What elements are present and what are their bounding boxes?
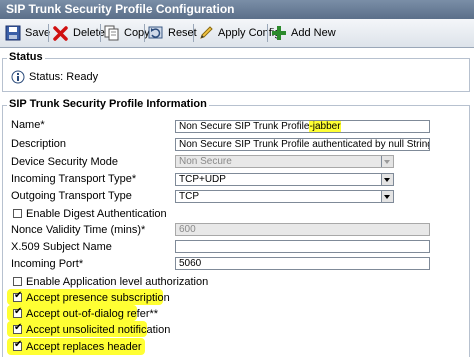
name-value: Non Secure SIP Trunk Profile bbox=[179, 121, 310, 132]
nonce-label: Nonce Validity Time (mins)* bbox=[11, 224, 145, 236]
chevron-down-icon[interactable] bbox=[381, 191, 393, 202]
app-level-auth-label: Enable Application level authorization bbox=[26, 276, 209, 288]
x509-field[interactable] bbox=[175, 240, 430, 253]
copy-button[interactable]: Copy bbox=[104, 23, 150, 43]
device-security-mode-value: Non Secure bbox=[179, 156, 232, 167]
replaces-header-checkbox[interactable] bbox=[13, 339, 22, 351]
double-marker: ** bbox=[149, 308, 159, 320]
digest-auth-label: Enable Digest Authentication bbox=[26, 208, 167, 220]
description-label: Description bbox=[11, 138, 67, 150]
nonce-field: 600 bbox=[175, 223, 430, 236]
status-legend: Status bbox=[7, 51, 45, 63]
presence-subscription-checkbox[interactable] bbox=[13, 290, 22, 302]
name-label: Name* bbox=[11, 119, 45, 131]
chevron-down-icon[interactable] bbox=[381, 174, 393, 185]
digest-auth-checkbox[interactable] bbox=[13, 209, 22, 218]
outgoing-transport-select[interactable]: TCP bbox=[175, 190, 394, 203]
toolbar-separator bbox=[144, 24, 145, 42]
x509-label: X.509 Subject Name bbox=[11, 241, 112, 253]
incoming-transport-label-text: Incoming Transport Type bbox=[11, 173, 132, 185]
out-of-dialog-label: Accept out-of-dialog refer** bbox=[26, 308, 158, 320]
status-group: Status Status: Ready bbox=[2, 51, 470, 92]
name-label-text: Name bbox=[11, 119, 41, 131]
app-level-auth-checkbox[interactable] bbox=[13, 277, 22, 286]
outgoing-transport-value: TCP bbox=[179, 191, 199, 202]
incoming-transport-label: Incoming Transport Type* bbox=[11, 173, 136, 185]
status-text: Status: Ready bbox=[29, 71, 99, 83]
device-security-mode-select: Non Secure bbox=[175, 155, 394, 168]
window-title: SIP Trunk Security Profile Configuration bbox=[0, 0, 474, 19]
add-new-button[interactable]: Add New bbox=[271, 23, 336, 43]
pencil-icon bbox=[198, 25, 214, 41]
toolbar-separator bbox=[267, 24, 268, 42]
info-icon bbox=[11, 70, 25, 87]
add-new-label: Add New bbox=[291, 27, 336, 39]
delete-icon bbox=[53, 25, 69, 41]
toolbar-separator bbox=[48, 24, 49, 42]
incoming-transport-select[interactable]: TCP+UDP bbox=[175, 173, 394, 186]
unsolicited-notification-checkbox[interactable] bbox=[13, 322, 22, 334]
incoming-port-field[interactable]: 5060 bbox=[175, 257, 430, 270]
name-value-suffix: -jabber bbox=[309, 121, 341, 132]
device-security-mode-label: Device Security Mode bbox=[11, 156, 118, 168]
delete-button[interactable]: Delete bbox=[53, 23, 105, 43]
description-field[interactable]: Non Secure SIP Trunk Profile authenticat… bbox=[175, 138, 430, 151]
profile-info-legend: SIP Trunk Security Profile Information bbox=[7, 98, 209, 110]
required-marker: * bbox=[40, 119, 45, 131]
toolbar: Save Delete Copy Reset Apply Config Add … bbox=[0, 19, 474, 48]
replaces-header-label: Accept replaces header bbox=[26, 341, 142, 353]
incoming-transport-value: TCP+UDP bbox=[179, 174, 226, 185]
name-field[interactable]: Non Secure SIP Trunk Profile-jabber bbox=[175, 120, 430, 133]
required-marker: * bbox=[131, 173, 137, 185]
apply-config-button[interactable]: Apply Config bbox=[198, 23, 280, 43]
toolbar-separator bbox=[193, 24, 194, 42]
chevron-down-icon bbox=[381, 156, 393, 167]
outgoing-transport-label: Outgoing Transport Type bbox=[11, 190, 132, 202]
incoming-port-label: Incoming Port* bbox=[11, 258, 83, 270]
toolbar-separator bbox=[100, 24, 101, 42]
save-label: Save bbox=[25, 27, 51, 39]
profile-info-group: SIP Trunk Security Profile Information N… bbox=[2, 98, 470, 357]
copy-icon bbox=[104, 25, 120, 41]
save-button[interactable]: Save bbox=[5, 23, 50, 43]
out-of-dialog-label-text: Accept out-of-dialog refer bbox=[26, 308, 150, 320]
incoming-port-label-text: Incoming Port bbox=[11, 258, 79, 270]
out-of-dialog-checkbox[interactable] bbox=[13, 306, 22, 318]
add-icon bbox=[271, 25, 287, 41]
presence-subscription-label: Accept presence subscription bbox=[26, 292, 170, 304]
save-icon bbox=[5, 25, 21, 41]
required-marker: * bbox=[78, 258, 84, 270]
nonce-label-text: Nonce Validity Time (mins) bbox=[11, 224, 141, 236]
reset-button[interactable]: Reset bbox=[148, 23, 197, 43]
required-marker: * bbox=[141, 224, 146, 236]
copy-label: Copy bbox=[124, 27, 150, 39]
reset-icon bbox=[148, 25, 164, 41]
unsolicited-notification-label: Accept unsolicited notification bbox=[26, 324, 171, 336]
